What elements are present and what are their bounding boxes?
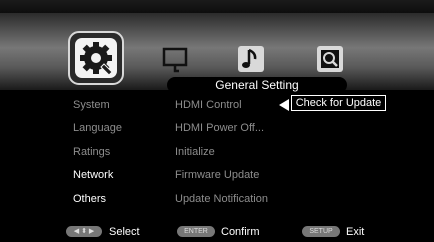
category-ratings[interactable]: Ratings bbox=[73, 146, 110, 159]
display-icon[interactable] bbox=[161, 44, 189, 74]
nav-keys-badge: ◀ ⬍ ▶ bbox=[66, 226, 102, 237]
category-others[interactable]: Others bbox=[73, 193, 106, 206]
banner-title: General Setting bbox=[215, 78, 299, 92]
settings-screen: General Setting System Language Ratings … bbox=[0, 0, 434, 242]
category-system[interactable]: System bbox=[73, 99, 110, 112]
select-hint: Select bbox=[109, 226, 140, 238]
option-update-notification[interactable]: Update Notification bbox=[175, 193, 268, 206]
enter-key-badge: ENTER bbox=[177, 226, 215, 237]
category-network[interactable]: Network bbox=[73, 169, 113, 182]
general-setting-banner: General Setting bbox=[167, 77, 347, 93]
option-firmware-update[interactable]: Firmware Update bbox=[175, 169, 259, 182]
popup-selection-box[interactable]: Check for Update bbox=[291, 95, 386, 111]
confirm-hint: Confirm bbox=[221, 226, 260, 238]
parental-lock-icon[interactable] bbox=[315, 44, 345, 74]
exit-hint: Exit bbox=[346, 226, 365, 238]
audio-icon[interactable] bbox=[236, 44, 266, 74]
setup-key-badge: SETUP bbox=[302, 226, 340, 237]
option-hdmi-power-off[interactable]: HDMI Power Off... bbox=[175, 122, 264, 135]
top-band bbox=[0, 0, 434, 13]
popup-pointer-icon bbox=[279, 99, 289, 111]
system-gear-icon[interactable] bbox=[68, 31, 124, 85]
category-language[interactable]: Language bbox=[73, 122, 122, 135]
popup-selected-value: Check for Update bbox=[295, 97, 382, 109]
option-hdmi-control[interactable]: HDMI Control bbox=[175, 99, 242, 112]
option-initialize[interactable]: Initialize bbox=[175, 146, 215, 159]
